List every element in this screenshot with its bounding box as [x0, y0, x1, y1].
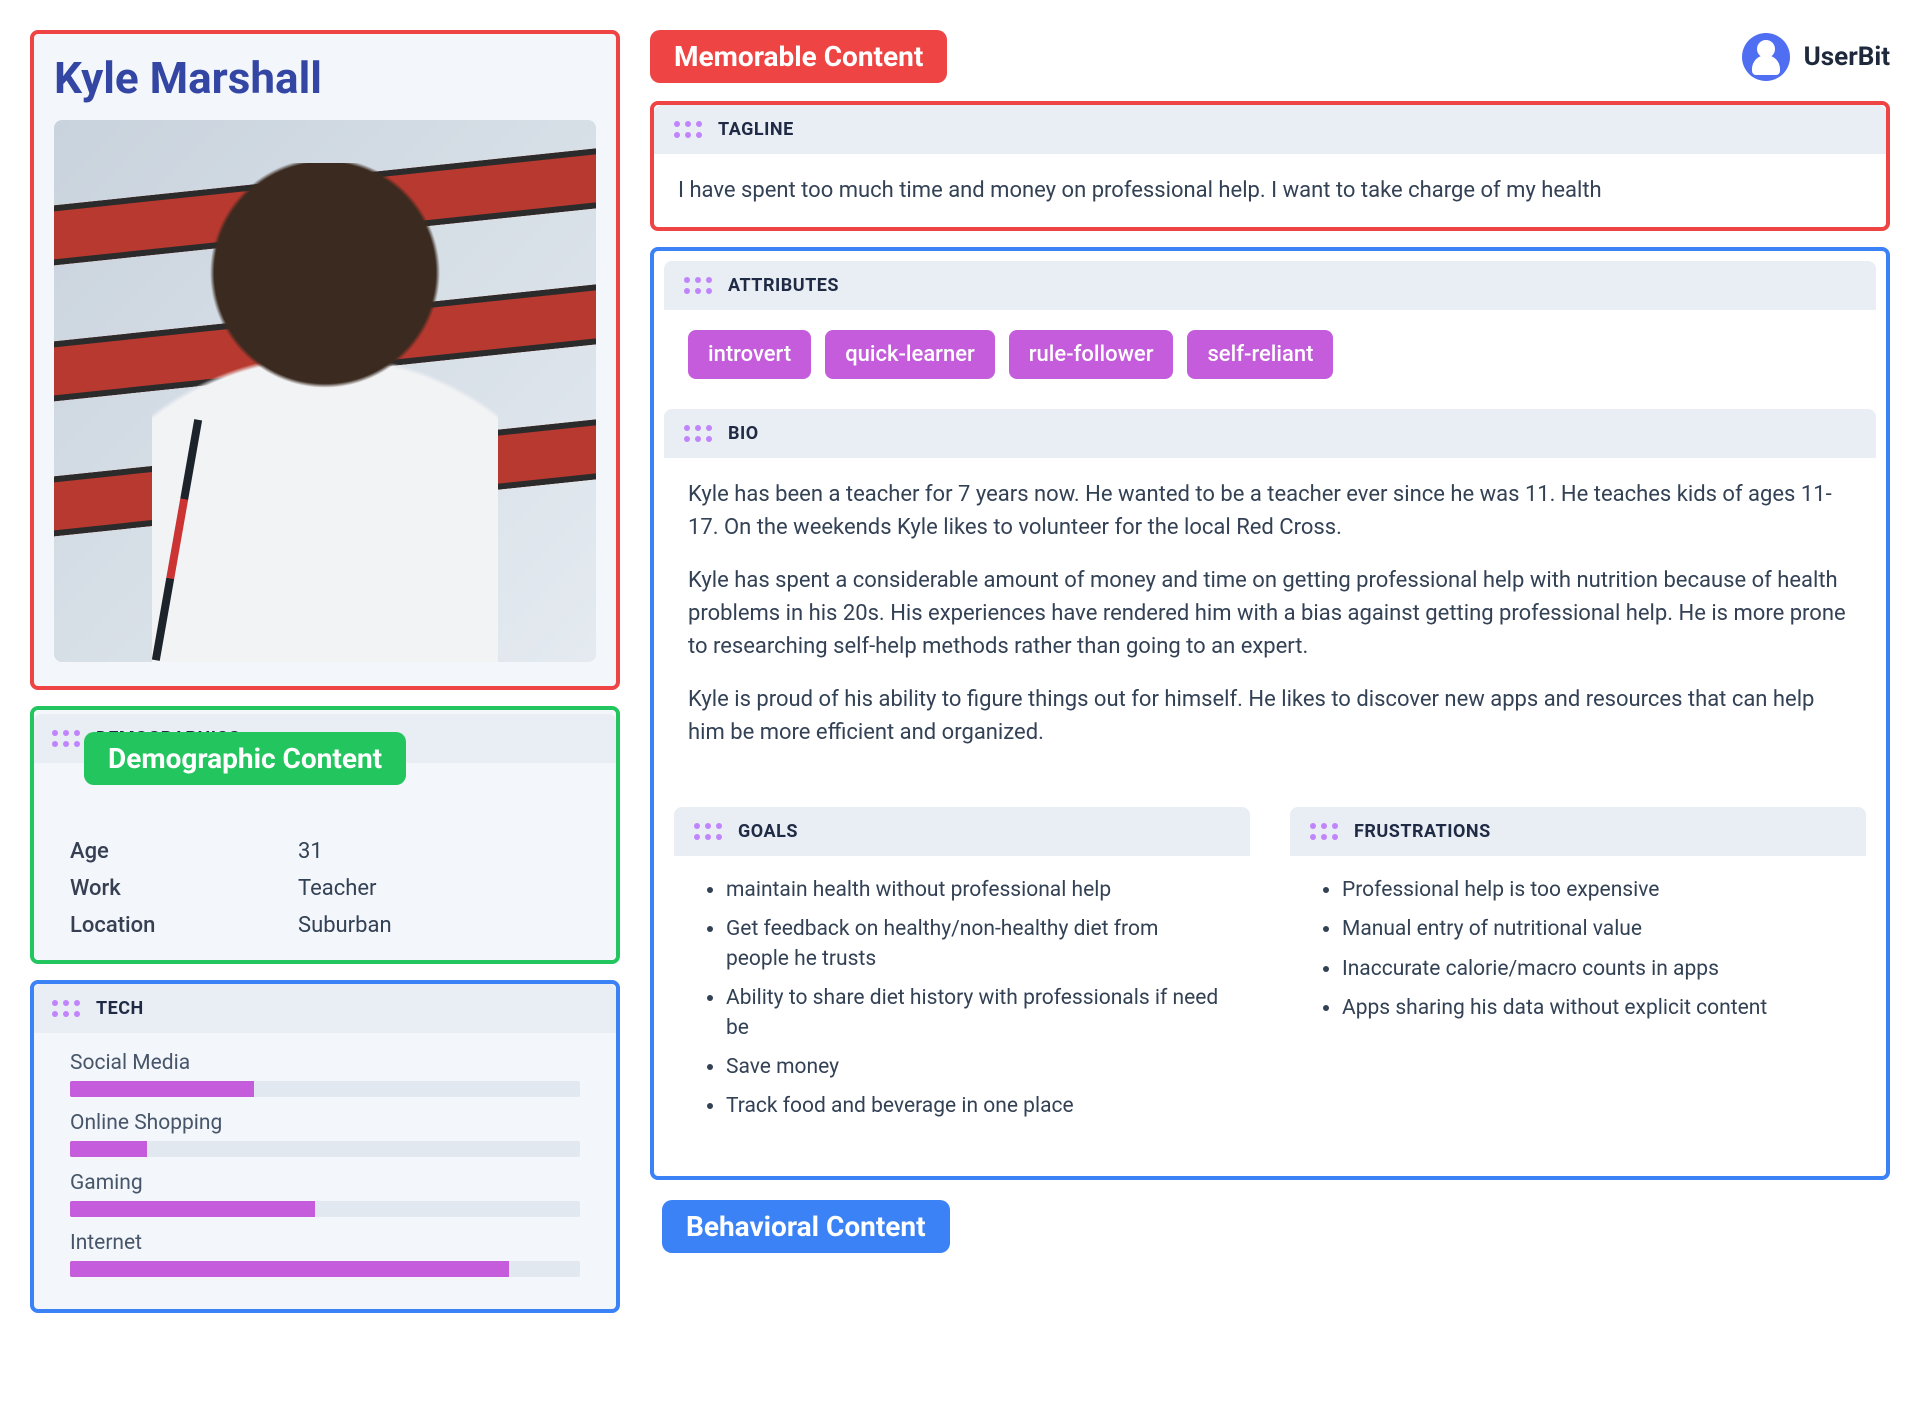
annotation-behavioral: Behavioral Content — [662, 1200, 950, 1253]
attribute-tag[interactable]: self-reliant — [1187, 330, 1333, 379]
demographic-key: Location — [70, 913, 290, 938]
demographics-card: Demographic Content DEMOGRAPHICS Age31Wo… — [30, 706, 620, 964]
tech-item: Gaming — [50, 1167, 600, 1227]
tagline-panel: TAGLINE I have spent too much time and m… — [650, 101, 1890, 231]
frustration-item: Manual entry of nutritional value — [1342, 915, 1842, 944]
behavioral-group: ATTRIBUTES introvert quick-learner rule-fo… — [650, 247, 1890, 1180]
persona-photo — [54, 120, 596, 662]
demographic-row: Location Suburban — [50, 907, 600, 944]
bio-heading: BIO — [728, 423, 759, 444]
goal-item: maintain health without professional hel… — [726, 876, 1226, 905]
tech-card: TECH Social Media Online Shopping Gaming In… — [30, 980, 620, 1313]
goal-item: Get feedback on healthy/non-healthy diet… — [726, 915, 1226, 974]
tech-bar — [70, 1081, 580, 1097]
drag-handle-icon[interactable] — [1310, 823, 1338, 840]
tech-item: Online Shopping — [50, 1107, 600, 1167]
brand-logo-icon — [1742, 33, 1790, 81]
attributes-heading: ATTRIBUTES — [728, 275, 839, 296]
drag-handle-icon[interactable] — [52, 1000, 80, 1017]
demographic-key: Work — [70, 876, 290, 901]
attribute-tag[interactable]: rule-follower — [1009, 330, 1174, 379]
goals-heading: GOALS — [738, 821, 798, 842]
persona-name: Kyle Marshall — [54, 52, 596, 104]
tagline-text: I have spent too much time and money on … — [654, 154, 1886, 227]
goals-panel: GOALS maintain health without profession… — [674, 807, 1250, 1152]
bio-paragraph: Kyle is proud of his ability to figure t… — [688, 683, 1852, 749]
demographic-value: Teacher — [298, 876, 376, 901]
goal-item: Ability to share diet history with profe… — [726, 984, 1226, 1043]
tech-label: Internet — [70, 1231, 580, 1255]
bio-paragraph: Kyle has spent a considerable amount of … — [688, 564, 1852, 663]
bio-panel: BIO Kyle has been a teacher for 7 years … — [664, 409, 1876, 789]
brand-name: UserBit — [1804, 42, 1890, 72]
attribute-tag[interactable]: introvert — [688, 330, 811, 379]
tech-label: Online Shopping — [70, 1111, 580, 1135]
tagline-heading: TAGLINE — [718, 119, 794, 140]
frustrations-panel: FRUSTRATIONS Professional help is too ex… — [1290, 807, 1866, 1152]
drag-handle-icon[interactable] — [684, 425, 712, 442]
demographic-row: Age 31 — [50, 833, 600, 870]
tech-item: Social Media — [50, 1047, 600, 1107]
frustration-item: Professional help is too expensive — [1342, 876, 1842, 905]
tech-label: Social Media — [70, 1051, 580, 1075]
goal-item: Track food and beverage in one place — [726, 1092, 1226, 1121]
frustration-item: Apps sharing his data without explicit c… — [1342, 994, 1842, 1023]
goal-item: Save money — [726, 1053, 1226, 1082]
tech-label: Gaming — [70, 1171, 580, 1195]
drag-handle-icon[interactable] — [52, 730, 80, 747]
demographic-value: 31 — [298, 839, 323, 864]
tech-item: Internet — [50, 1227, 600, 1287]
annotation-memorable: Memorable Content — [650, 30, 947, 83]
attribute-tag[interactable]: quick-learner — [825, 330, 995, 379]
demographic-value: Suburban — [298, 913, 392, 938]
tech-bar — [70, 1141, 580, 1157]
frustrations-heading: FRUSTRATIONS — [1354, 821, 1491, 842]
drag-handle-icon[interactable] — [684, 277, 712, 294]
drag-handle-icon[interactable] — [674, 121, 702, 138]
drag-handle-icon[interactable] — [694, 823, 722, 840]
brand: UserBit — [1742, 33, 1890, 81]
persona-identity-card: Kyle Marshall — [30, 30, 620, 690]
annotation-demographic: Demographic Content — [84, 732, 406, 785]
tech-bar — [70, 1261, 580, 1277]
tech-bar — [70, 1201, 580, 1217]
demographic-key: Age — [70, 839, 290, 864]
demographic-row: Work Teacher — [50, 870, 600, 907]
bio-paragraph: Kyle has been a teacher for 7 years now.… — [688, 478, 1852, 544]
frustration-item: Inaccurate calorie/macro counts in apps — [1342, 955, 1842, 984]
tech-heading: TECH — [96, 998, 144, 1019]
attributes-panel: ATTRIBUTES introvert quick-learner rule-fo… — [664, 261, 1876, 399]
